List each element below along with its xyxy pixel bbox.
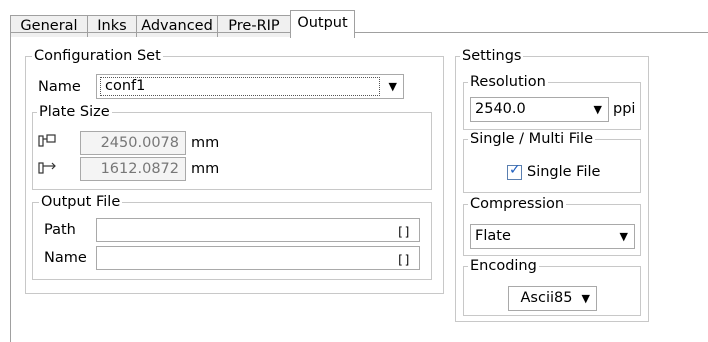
output-path-input[interactable]: [] bbox=[96, 218, 420, 242]
plate-width-unit: mm bbox=[191, 135, 220, 151]
compression-select[interactable]: Flate ▼ bbox=[470, 224, 635, 249]
single-file-checkbox[interactable]: ✓ bbox=[507, 162, 522, 180]
configuration-name-value: conf1 bbox=[100, 77, 380, 96]
encoding-select[interactable]: Ascii85 ▼ bbox=[508, 286, 597, 311]
plate-height-icon bbox=[38, 162, 56, 174]
compression-value: Flate bbox=[475, 228, 511, 244]
plate-size-title: Plate Size bbox=[37, 104, 112, 120]
name-label: Name bbox=[38, 79, 81, 95]
plate-height-unit: mm bbox=[191, 161, 220, 177]
checkmark-icon: ✓ bbox=[509, 162, 521, 178]
plate-height-field[interactable]: 1612.0872 bbox=[80, 157, 186, 181]
output-file-title: Output File bbox=[39, 194, 123, 210]
browse-name-icon[interactable]: [] bbox=[397, 249, 411, 271]
output-name-label: Name bbox=[44, 250, 87, 266]
chevron-down-icon: ▼ bbox=[581, 292, 590, 305]
encoding-title: Encoding bbox=[468, 258, 539, 274]
compression-title: Compression bbox=[468, 196, 567, 212]
configuration-set-title: Configuration Set bbox=[32, 48, 163, 64]
encoding-value: Ascii85 bbox=[520, 290, 573, 306]
browse-path-icon[interactable]: [] bbox=[397, 221, 411, 243]
chevron-down-icon: ▼ bbox=[619, 230, 628, 243]
plate-width-icon bbox=[38, 134, 56, 147]
chevron-down-icon: ▼ bbox=[593, 103, 602, 116]
settings-title: Settings bbox=[460, 48, 524, 64]
resolution-title: Resolution bbox=[468, 74, 548, 90]
resolution-unit: ppi bbox=[613, 101, 636, 117]
resolution-value: 2540.0 bbox=[475, 101, 526, 117]
path-label: Path bbox=[44, 222, 76, 238]
resolution-select[interactable]: 2540.0 ▼ bbox=[470, 97, 609, 122]
single-file-label: Single File bbox=[527, 164, 601, 180]
output-name-input[interactable]: [] bbox=[96, 246, 420, 270]
chevron-down-icon: ▼ bbox=[388, 80, 397, 93]
plate-width-field[interactable]: 2450.0078 bbox=[80, 131, 186, 155]
single-multi-file-title: Single / Multi File bbox=[468, 131, 595, 147]
tab-output[interactable]: Output bbox=[290, 10, 355, 38]
configuration-name-select[interactable]: conf1 ▼ bbox=[96, 74, 404, 99]
